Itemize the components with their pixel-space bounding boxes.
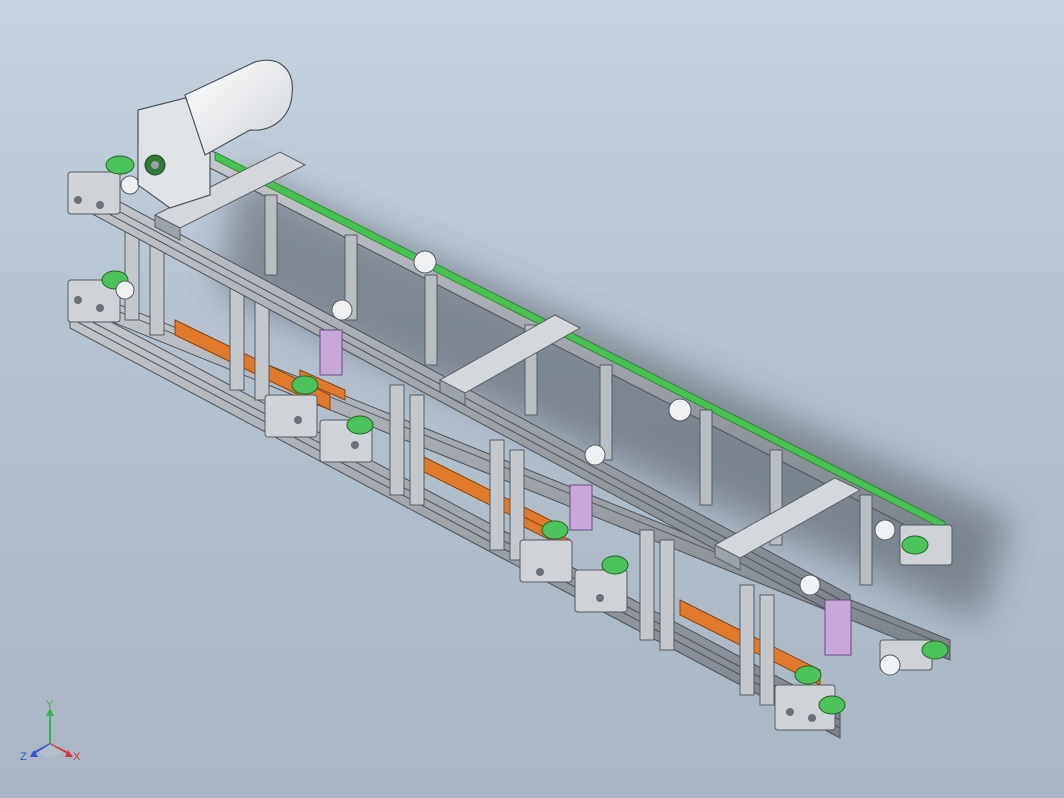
x-axis-label: X [73,751,81,763]
orientation-triad: Y X Z [20,700,81,763]
triad-base [38,744,64,758]
y-axis-label: Y [46,700,54,711]
cad-viewport[interactable]: Y X Z [0,0,1064,798]
motor-body [184,59,293,156]
z-axis-label: Z [20,751,27,763]
conveyor-assembly-model[interactable] [0,0,1064,798]
